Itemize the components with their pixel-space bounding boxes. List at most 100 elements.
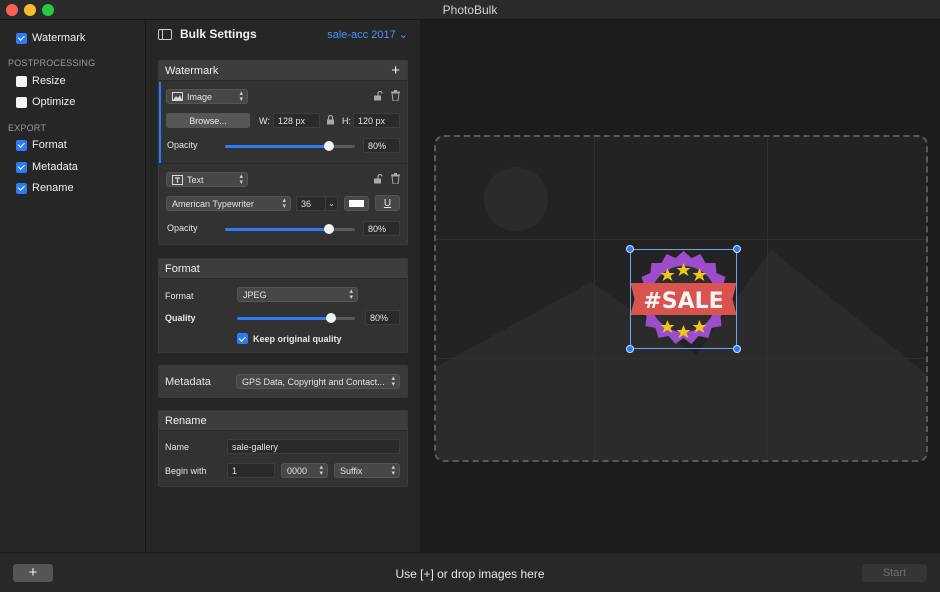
rename-panel-header: Rename: [159, 411, 407, 431]
bottom-bar: + Use [+] or drop images here Start: [0, 552, 940, 592]
layer-type-select[interactable]: Image ▴ ▾: [166, 89, 248, 104]
sidebar: Watermark POSTPROCESSING Resize Optimize…: [0, 20, 146, 552]
rename-checkbox[interactable]: [16, 182, 27, 194]
image-opacity-slider[interactable]: [225, 141, 355, 151]
chevron-down-icon[interactable]: ⌄: [325, 197, 337, 210]
toggle-sidebar-icon[interactable]: [158, 28, 172, 40]
browse-button[interactable]: Browse...: [166, 113, 250, 128]
sidebar-item-label: Format: [32, 139, 67, 151]
resize-checkbox[interactable]: [16, 75, 27, 87]
keep-original-quality-option[interactable]: Keep original quality: [237, 333, 342, 344]
height-field[interactable]: 120 px: [353, 113, 400, 128]
slider-fill: [225, 228, 329, 231]
font-size-value: 36: [301, 198, 312, 209]
sidebar-item-label: Optimize: [32, 96, 76, 108]
sidebar-item-label: Rename: [32, 182, 74, 194]
resize-handle-top-right[interactable]: [733, 245, 741, 253]
slider-knob[interactable]: [324, 141, 334, 151]
font-select[interactable]: American Typewriter ▴ ▾: [166, 196, 291, 211]
slider-knob[interactable]: [324, 224, 334, 234]
image-icon: [172, 92, 183, 101]
format-checkbox[interactable]: [16, 139, 27, 151]
sidebar-item-format[interactable]: Format: [16, 138, 67, 152]
unlock-icon[interactable]: [373, 90, 383, 103]
settings-title: Bulk Settings: [180, 27, 257, 41]
window-title: PhotoBulk: [442, 3, 498, 17]
preset-label: sale-acc 2017: [327, 29, 396, 41]
grid-line: [767, 137, 768, 460]
watermark-checkbox[interactable]: [16, 32, 27, 44]
grid-line: [436, 358, 926, 359]
underline-button[interactable]: U: [375, 195, 400, 211]
position-select[interactable]: Suffix ▴ ▾: [334, 463, 400, 478]
chevron-down-icon: ⌄: [395, 29, 408, 41]
start-button[interactable]: Start: [862, 564, 927, 582]
metadata-checkbox[interactable]: [16, 161, 27, 173]
keep-original-checkbox[interactable]: [237, 333, 248, 344]
slider-fill: [237, 317, 332, 320]
drop-hint: Use [+] or drop images here: [395, 567, 545, 581]
metadata-select[interactable]: GPS Data, Copyright and Contact... ▴ ▾: [236, 374, 400, 389]
slider-knob[interactable]: [326, 313, 337, 323]
width-label: W:: [259, 116, 270, 126]
resize-handle-top-left[interactable]: [626, 245, 634, 253]
sidebar-item-resize[interactable]: Resize: [16, 74, 66, 88]
panel-title: Watermark: [165, 64, 219, 77]
metadata-panel: Metadata GPS Data, Copyright and Contact…: [158, 365, 408, 398]
postprocessing-heading: POSTPROCESSING: [8, 58, 96, 68]
layer-divider: [159, 163, 407, 164]
font-size-combo[interactable]: 36 ⌄: [296, 196, 338, 211]
opacity-label: Opacity: [167, 223, 198, 233]
resize-handle-bottom-left[interactable]: [626, 345, 634, 353]
layer-type-label: Text: [187, 174, 204, 185]
popup-arrows-icon: ▴ ▾: [239, 173, 243, 186]
sidebar-item-watermark[interactable]: Watermark: [16, 31, 85, 45]
selected-layer-indicator: [159, 82, 161, 163]
export-heading: EXPORT: [8, 123, 47, 133]
grid-line: [436, 239, 926, 240]
add-layer-icon[interactable]: +: [391, 63, 400, 78]
optimize-checkbox[interactable]: [16, 96, 27, 108]
popup-arrows-icon: ▴ ▾: [319, 464, 323, 477]
sidebar-item-metadata[interactable]: Metadata: [16, 160, 78, 174]
color-swatch: [349, 200, 364, 207]
font-label: American Typewriter: [172, 198, 254, 209]
sidebar-item-label: Resize: [32, 75, 66, 87]
begin-with-field[interactable]: 1: [227, 463, 275, 478]
quality-slider[interactable]: [237, 313, 355, 323]
format-panel-header: Format: [159, 259, 407, 279]
popup-arrows-icon: ▴ ▾: [391, 464, 395, 477]
trash-icon[interactable]: [391, 90, 400, 103]
digits-select[interactable]: 0000 ▴ ▾: [281, 463, 328, 478]
quality-label: Quality: [165, 313, 196, 323]
trash-icon[interactable]: [391, 173, 400, 186]
opacity-label: Opacity: [167, 140, 198, 150]
layer-type-select[interactable]: Text ▴ ▾: [166, 172, 248, 187]
unlock-icon[interactable]: [373, 173, 383, 186]
popup-arrows-icon: ▴ ▾: [349, 288, 353, 301]
name-field[interactable]: sale-gallery: [227, 439, 400, 454]
image-opacity-field[interactable]: 80%: [363, 138, 400, 153]
slider-fill: [225, 145, 329, 148]
text-color-well[interactable]: [344, 196, 369, 211]
resize-handle-bottom-right[interactable]: [733, 345, 741, 353]
format-select[interactable]: JPEG ▴ ▾: [237, 287, 358, 302]
popup-arrows-icon: ▴ ▾: [239, 90, 243, 103]
text-icon: [172, 174, 183, 185]
sidebar-item-rename[interactable]: Rename: [16, 181, 74, 195]
popup-arrows-icon: ▴ ▾: [391, 375, 395, 388]
text-opacity-field[interactable]: 80%: [363, 221, 400, 236]
begin-with-label: Begin with: [165, 466, 207, 476]
preset-dropdown[interactable]: sale-acc 2017 ⌄: [327, 28, 408, 41]
digits-value: 0000: [287, 465, 308, 476]
sidebar-item-label: Metadata: [32, 161, 78, 173]
text-opacity-slider[interactable]: [225, 224, 355, 234]
width-field[interactable]: 128 px: [273, 113, 320, 128]
quality-field[interactable]: 80%: [365, 310, 400, 325]
metadata-value: GPS Data, Copyright and Contact...: [242, 376, 385, 387]
watermark-selection-box[interactable]: [626, 245, 741, 353]
panel-title: Rename: [165, 414, 207, 427]
sidebar-item-optimize[interactable]: Optimize: [16, 95, 75, 109]
lock-aspect-icon[interactable]: [326, 114, 335, 127]
preview-canvas: #SALE: [421, 20, 940, 552]
